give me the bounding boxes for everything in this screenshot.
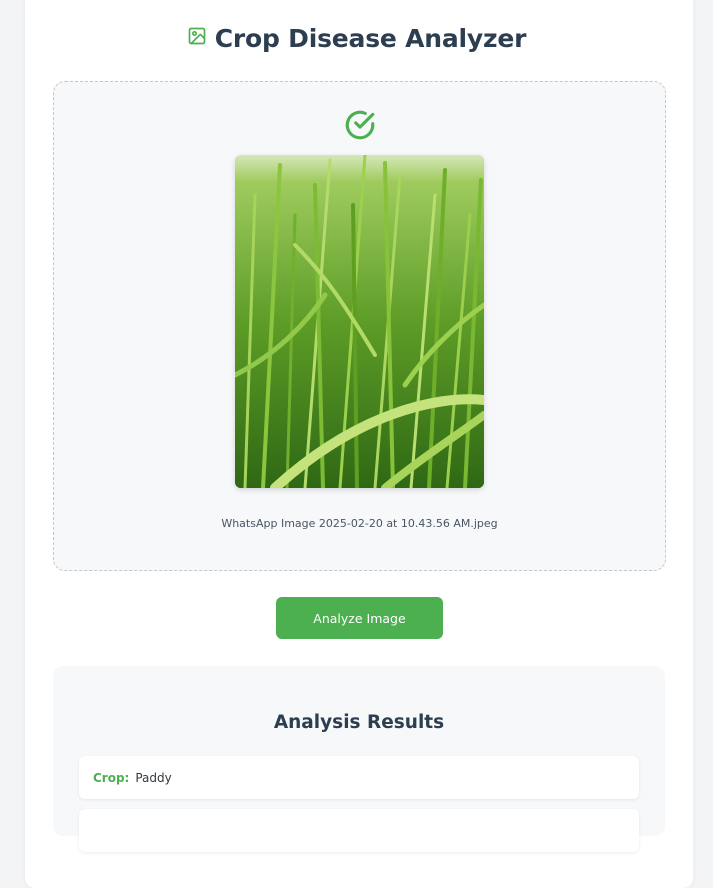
app-header: Crop Disease Analyzer — [0, 20, 713, 56]
result-value: Paddy — [135, 770, 172, 785]
image-preview — [235, 155, 484, 488]
upload-dropzone[interactable]: WhatsApp Image 2025-02-20 at 10.43.56 AM… — [53, 81, 666, 571]
result-row-crop: Crop: Paddy — [79, 756, 639, 799]
result-key: Crop: — [93, 770, 130, 785]
results-title: Analysis Results — [273, 712, 445, 733]
grass-photo — [235, 155, 484, 488]
result-row-next — [79, 809, 639, 852]
page-title: Crop Disease Analyzer — [214, 23, 527, 53]
analysis-results-panel: Analysis Results Crop: Paddy — [53, 666, 665, 852]
analyze-image-button[interactable]: Analyze Image — [276, 597, 443, 639]
image-icon — [188, 27, 206, 45]
uploaded-file-name: WhatsApp Image 2025-02-20 at 10.43.56 AM… — [221, 517, 498, 530]
check-circle-icon — [345, 110, 375, 140]
